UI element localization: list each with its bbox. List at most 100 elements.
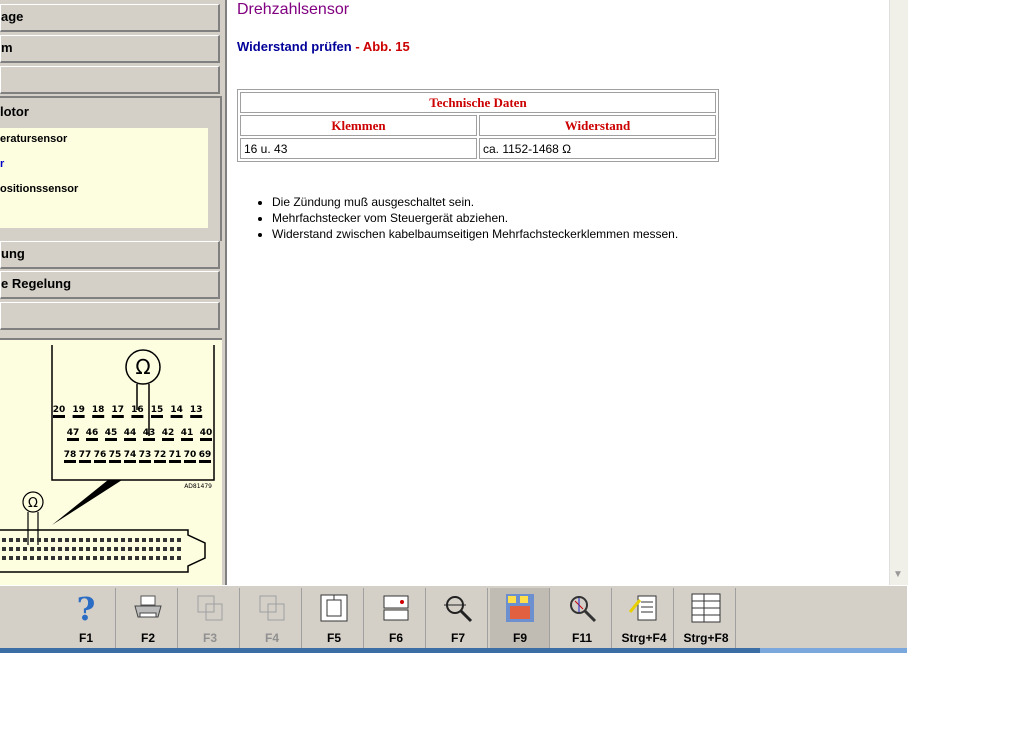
ecu-pin: [16, 547, 20, 551]
magnifier-button[interactable]: F7: [428, 588, 488, 648]
ecu-pin: [142, 547, 146, 551]
ecu-pin: [156, 556, 160, 560]
table-cell: ca. 1152-1468 Ω: [479, 138, 716, 159]
pin-bar: [109, 460, 121, 463]
sidebar-sub-item[interactable]: eratursensor: [0, 133, 67, 145]
numbered-pages-button[interactable]: F9: [490, 588, 550, 648]
ecu-pin: [107, 538, 111, 542]
copy-button-disabled: F3: [180, 588, 240, 648]
ecu-pin: [16, 538, 20, 542]
table-cell: 16 u. 43: [240, 138, 477, 159]
list-button[interactable]: Strg+F8: [676, 588, 736, 648]
button-label: F9: [512, 631, 527, 645]
sidebar-item-3[interactable]: ung: [0, 241, 220, 269]
pin-number-label: 15: [151, 405, 164, 415]
ecu-pin: [9, 547, 13, 551]
notes-icon: [628, 595, 657, 621]
ohm-small-icon: Ω: [28, 496, 38, 511]
sidebar-section-motor-label[interactable]: lotor: [0, 104, 29, 119]
pin-number-label: 41: [181, 428, 194, 438]
sidebar-item-5[interactable]: [0, 302, 220, 330]
ecu-pin: [107, 556, 111, 560]
component-icon: [320, 594, 348, 622]
pin-bar: [184, 460, 196, 463]
button-label: F2: [140, 631, 155, 645]
ecu-pin: [37, 556, 41, 560]
ecu-pin: [2, 556, 6, 560]
sidebar-item-1[interactable]: m: [0, 35, 220, 63]
zoom-diagram-button[interactable]: F11: [552, 588, 612, 648]
button-label: Strg+F4: [621, 631, 667, 645]
sidebar-sub-item-selected[interactable]: r: [0, 158, 4, 170]
pin-bar: [154, 460, 166, 463]
sidebar-item-0[interactable]: age: [0, 4, 220, 32]
vertical-scrollbar[interactable]: [889, 0, 908, 585]
sidebar-item-2[interactable]: [0, 66, 220, 94]
notes-button[interactable]: Strg+F4: [614, 588, 674, 648]
pin-number-label: 18: [92, 405, 105, 415]
ecu-pin: [51, 538, 55, 542]
list-item: Mehrfachstecker vom Steuergerät abziehen…: [272, 210, 678, 226]
content-pane: Drehzahlsensor Widerstand prüfen - Abb. …: [225, 0, 907, 585]
ecu-pin: [2, 547, 6, 551]
sidebar-item-4[interactable]: e Regelung: [0, 271, 220, 299]
ecu-pin: [177, 556, 181, 560]
pin-number-label: 71: [169, 450, 182, 460]
pin-number-label: 69: [199, 450, 212, 460]
svg-text:?: ?: [77, 592, 96, 624]
paste-disabled-icon: [259, 595, 285, 621]
left-navigation-panel: age m lotor eratursensor r ositionssenso…: [0, 0, 225, 585]
list-item: Widerstand zwischen kabelbaumseitigen Me…: [272, 226, 678, 242]
ecu-pin: [93, 538, 97, 542]
pin-bar: [124, 460, 136, 463]
pin-bar: [64, 460, 76, 463]
button-label: F5: [326, 631, 341, 645]
printer-icon: [134, 595, 162, 618]
ecu-pin: [121, 538, 125, 542]
pin-number-label: 42: [162, 428, 175, 438]
instruction-list: Die Zündung muß ausgeschaltet sein. Mehr…: [247, 194, 678, 242]
sidebar-sub-list: eratursensor r ositionssensor: [0, 128, 208, 228]
ecu-pin: [135, 538, 139, 542]
pin-bar: [170, 415, 183, 418]
pin-bar: [111, 415, 124, 418]
copy-disabled-icon: [197, 595, 223, 621]
connector-icon: [383, 595, 409, 621]
ecu-pin: [2, 538, 6, 542]
pin-bar: [67, 438, 79, 441]
ecu-pin: [149, 547, 153, 551]
pin-number-label: 45: [105, 428, 118, 438]
sidebar-item-label: e Regelung: [1, 276, 72, 291]
ecu-pin: [128, 556, 132, 560]
pin-number-label: 74: [124, 450, 137, 460]
pin-bar: [200, 438, 212, 441]
connector-button[interactable]: F6: [366, 588, 426, 648]
print-button[interactable]: F2: [118, 588, 178, 648]
table-row: 16 u. 43 ca. 1152-1468 Ω: [240, 138, 716, 159]
pin-number-label: 19: [72, 405, 85, 415]
ecu-pin: [163, 547, 167, 551]
ecu-pin: [44, 556, 48, 560]
ecu-pin: [177, 547, 181, 551]
pin-bar: [124, 438, 136, 441]
figure-link[interactable]: Abb. 15: [363, 39, 410, 54]
table-caption: Technische Daten: [240, 92, 716, 113]
ecu-pin: [23, 547, 27, 551]
numbered-pages-icon: [506, 594, 534, 622]
ecu-pin: [30, 547, 34, 551]
sidebar-sub-item[interactable]: ositionssensor: [0, 183, 78, 195]
ecu-pin: [170, 547, 174, 551]
pin-bar: [190, 415, 203, 418]
pin-number-label: 13: [190, 405, 203, 415]
wiring-diagram[interactable]: Ω 20 19 18 17 16 15 14 13 47 46 45 44 43 42 41 40 78 77…: [0, 338, 222, 585]
help-button[interactable]: ? F1: [56, 588, 116, 648]
pin-number-label: 14: [170, 405, 183, 415]
table-header-klemmen: Klemmen: [240, 115, 477, 136]
pin-number-label: 73: [139, 450, 152, 460]
component-button[interactable]: F5: [304, 588, 364, 648]
ecu-pin: [149, 556, 153, 560]
scroll-down-arrow-icon[interactable]: ▼: [890, 567, 906, 583]
ecu-pin: [121, 547, 125, 551]
ecu-pin: [30, 538, 34, 542]
ecu-pin: [163, 538, 167, 542]
